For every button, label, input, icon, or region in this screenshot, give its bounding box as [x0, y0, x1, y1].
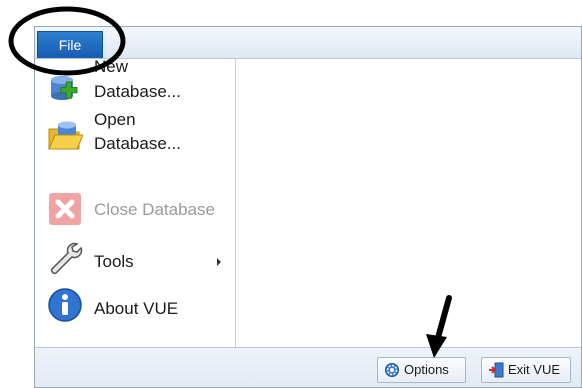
annotation-arrow	[426, 295, 452, 358]
highlight-circle	[8, 6, 126, 76]
annotation-overlay	[8, 6, 452, 358]
